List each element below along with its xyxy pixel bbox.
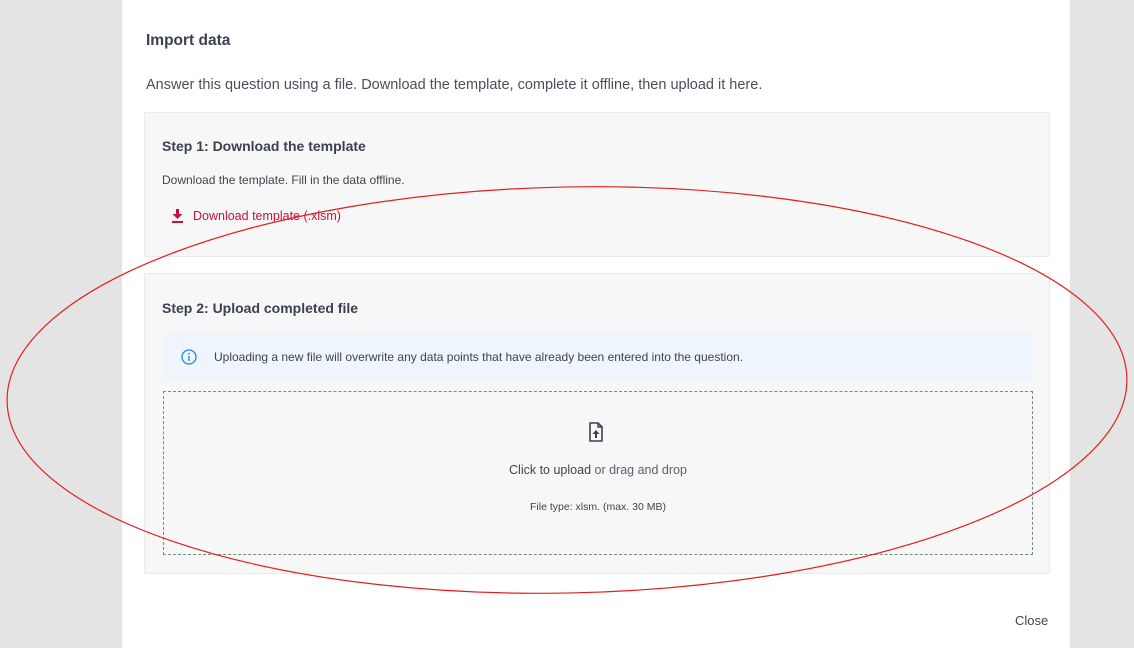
click-to-upload-text[interactable]: Click to upload (509, 463, 591, 477)
dialog-title: Import data (146, 32, 231, 49)
info-banner-text: Uploading a new file will overwrite any … (214, 349, 744, 364)
upload-instruction: Click to upload or drag and drop (164, 463, 1032, 477)
info-icon (181, 348, 197, 365)
import-data-dialog: Import data Answer this question using a… (122, 0, 1070, 648)
file-type-hint: File type: xlsm. (max. 30 MB) (530, 501, 666, 513)
file-dropzone[interactable]: Click to upload or drag and drop File ty… (163, 391, 1033, 555)
step1-card: Step 1: Download the template Download t… (144, 112, 1050, 257)
step1-title: Step 1: Download the template (162, 138, 366, 154)
step2-title: Step 2: Upload completed file (162, 300, 359, 316)
close-button[interactable]: Close (1015, 613, 1048, 628)
download-template-link[interactable]: Download template (.xlsm) (171, 209, 341, 223)
download-icon (172, 209, 183, 223)
step2-card: Step 2: Upload completed file Uploading … (144, 273, 1050, 574)
file-upload-icon (589, 422, 603, 442)
dialog-intro: Answer this question using a file. Downl… (146, 77, 763, 93)
drag-and-drop-text: or drag and drop (594, 463, 687, 477)
download-template-label: Download template (.xlsm) (193, 209, 341, 223)
overwrite-info-banner: Uploading a new file will overwrite any … (163, 333, 1033, 380)
step1-description: Download the template. Fill in the data … (162, 173, 405, 187)
